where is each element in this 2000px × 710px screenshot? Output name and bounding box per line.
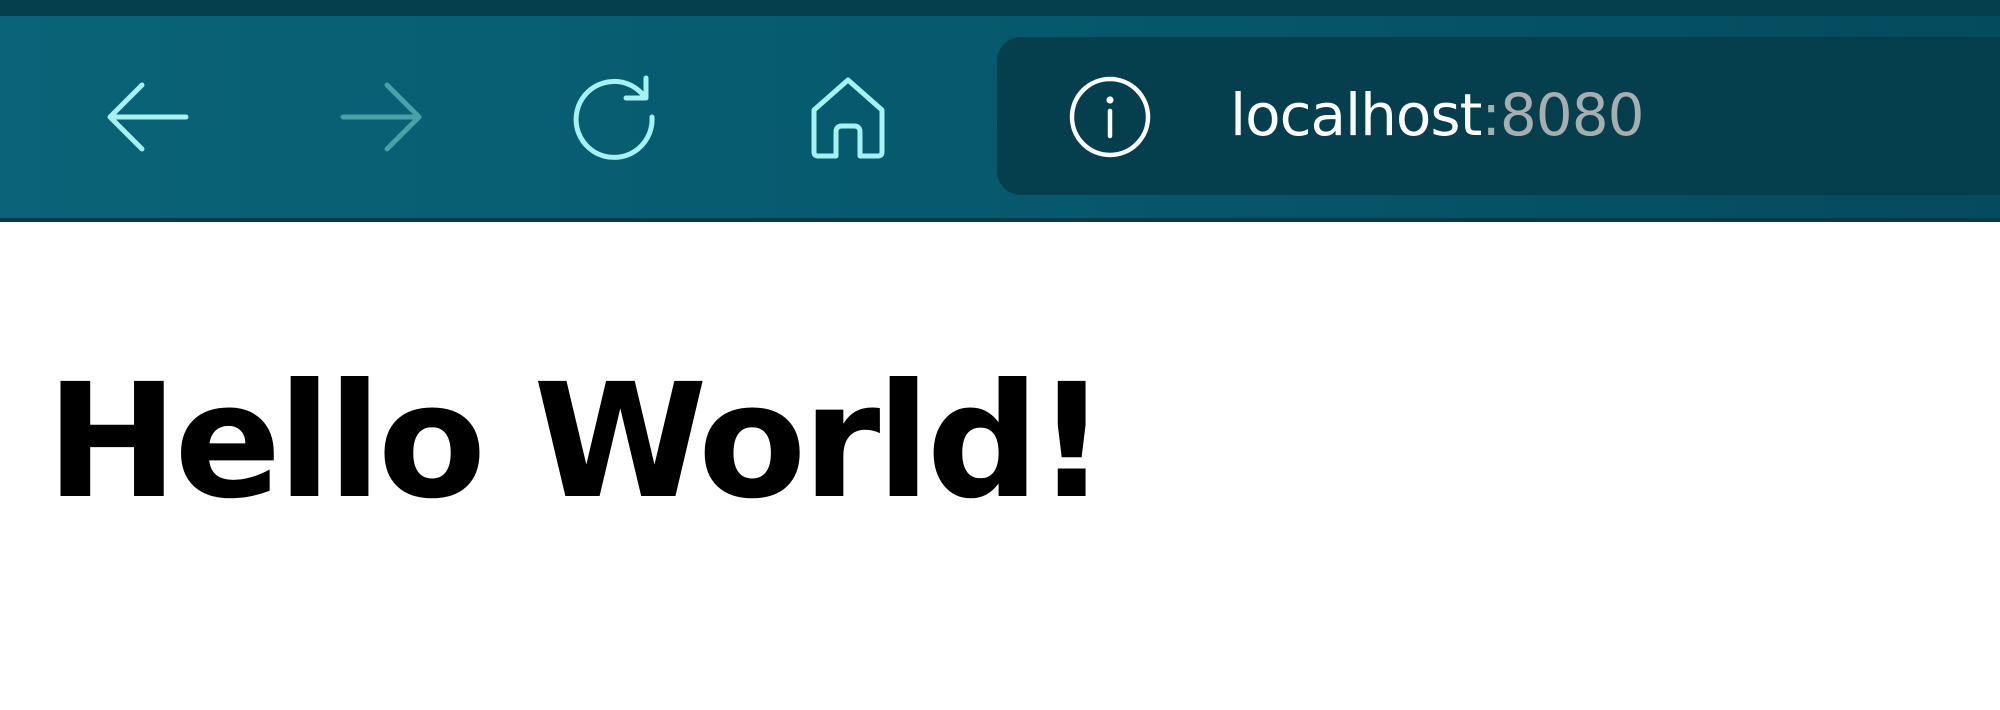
address-bar[interactable]: localhost:8080: [997, 37, 2000, 195]
browser-toolbar: localhost:8080: [0, 0, 2000, 222]
back-button[interactable]: [92, 62, 202, 172]
arrow-right-icon: [340, 82, 422, 152]
url-field[interactable]: localhost:8080: [1230, 75, 1645, 155]
info-icon[interactable]: [1069, 76, 1151, 158]
url-port: :8080: [1481, 81, 1644, 149]
reload-icon: [573, 75, 655, 160]
window-top-edge: [0, 0, 2000, 16]
arrow-left-icon: [107, 82, 189, 152]
home-icon: [811, 77, 885, 159]
url-host: localhost: [1230, 81, 1482, 149]
forward-button[interactable]: [327, 62, 437, 172]
page-viewport: Hello World!: [0, 222, 2000, 710]
home-button[interactable]: [793, 62, 903, 172]
page-heading: Hello World!: [46, 350, 1108, 534]
reload-button[interactable]: [560, 62, 670, 172]
